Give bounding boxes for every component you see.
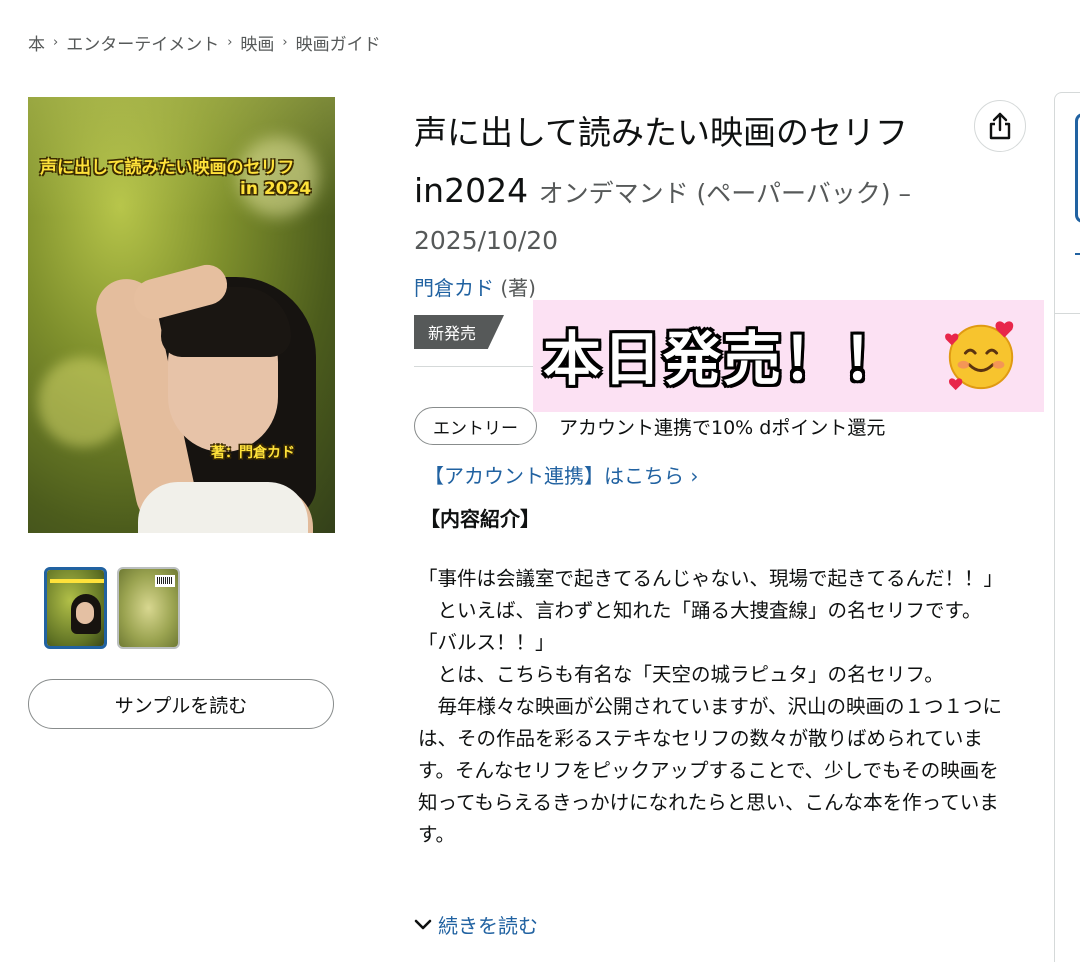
read-more-label: 続きを読む	[438, 914, 538, 938]
image-thumbnails	[44, 567, 180, 649]
product-description: 「事件は会議室で起きてるんじゃない、現場で起きてるんだ！！」 といえば、言わずと…	[418, 567, 1004, 846]
cover-title: 声に出して読みたい映画のセリフ	[40, 158, 295, 178]
breadcrumb-item-movie-guide[interactable]: 映画ガイド	[296, 30, 381, 55]
thumbnail-front-cover[interactable]	[44, 567, 107, 649]
points-campaign-text: アカウント連携で10% dポイント還元	[559, 416, 886, 439]
account-link[interactable]: 【アカウント連携】はこちら ›	[424, 460, 698, 489]
cover-figure-body	[138, 482, 308, 533]
new-release-badge: 新発売	[414, 315, 504, 349]
breadcrumb-item-movies[interactable]: 映画	[240, 30, 274, 55]
chevron-right-icon: ›	[282, 35, 288, 50]
read-more-link[interactable]: 続きを読む	[414, 910, 538, 939]
chevron-down-icon	[414, 919, 432, 929]
book-cover-image[interactable]: 声に出して読みたい映画のセリフ in 2024 著：門倉カド	[28, 97, 335, 533]
description-heading: 【内容紹介】	[420, 507, 540, 531]
thumbnail-back-cover[interactable]	[117, 567, 180, 649]
buy-box-panel	[1054, 92, 1080, 962]
book-format: オンデマンド (ペーパーバック) –	[538, 179, 911, 208]
cover-author: 著：門倉カド	[211, 445, 295, 461]
author-line: 門倉カド (著)	[414, 272, 536, 301]
panel-divider	[1055, 313, 1080, 314]
panel-mark	[1075, 253, 1080, 255]
breadcrumb-item-entertainment[interactable]: エンターテイメント	[66, 30, 219, 55]
share-button[interactable]	[974, 100, 1026, 152]
smiling-face-with-hearts-icon	[945, 321, 1014, 391]
breadcrumb-item-books[interactable]: 本	[28, 30, 45, 55]
points-campaign-row: エントリー アカウント連携で10% dポイント還元	[414, 407, 885, 445]
description-fade	[414, 862, 1024, 910]
product-title: 声に出して読みたい映画のセリフin2024 オンデマンド (ペーパーバック) –	[414, 104, 1004, 223]
read-sample-button[interactable]: サンプルを読む	[28, 679, 334, 729]
format-option-selected[interactable]	[1075, 113, 1080, 223]
author-link[interactable]: 門倉カド	[414, 276, 494, 300]
breadcrumb: 本 › エンターテイメント › 映画 › 映画ガイド	[28, 30, 381, 55]
chevron-right-icon: ›	[53, 35, 59, 50]
release-sticker-text: 本日発売！！	[543, 325, 904, 393]
share-icon	[989, 112, 1011, 140]
chevron-right-icon: ›	[227, 35, 233, 50]
entry-button[interactable]: エントリー	[414, 407, 537, 445]
author-role: (著)	[500, 276, 536, 300]
cover-subtitle: in 2024	[240, 179, 312, 199]
publication-date: 2025/10/20	[414, 226, 559, 255]
